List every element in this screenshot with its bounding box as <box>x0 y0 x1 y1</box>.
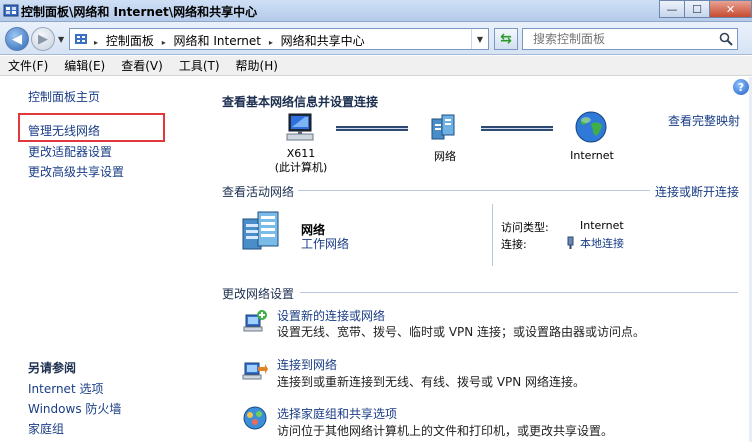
close-button[interactable]: ✕ <box>709 0 752 18</box>
control-panel-icon <box>75 34 87 44</box>
title-bar: 控制面板\网络和 Internet\网络和共享中心 — ☐ ✕ <box>0 0 752 22</box>
computer-icon <box>286 113 314 141</box>
network-icon <box>431 114 455 140</box>
menu-help[interactable]: 帮助(H) <box>228 57 286 74</box>
connect-to-network-link[interactable]: 连接到网络 <box>277 356 337 373</box>
menu-edit[interactable]: 编辑(E) <box>56 57 113 74</box>
local-connection-link[interactable]: 本地连接 <box>580 235 624 251</box>
see-also-heading: 另请参阅 <box>28 361 77 375</box>
window-title: 控制面板\网络和 Internet\网络和共享中心 <box>21 5 258 19</box>
search-box[interactable] <box>522 28 738 50</box>
breadcrumb-network-internet[interactable]: 网络和 Internet <box>174 34 261 48</box>
sidebar-item-control-panel-home[interactable]: 控制面板主页 <box>28 88 100 105</box>
address-bar[interactable]: ▸ 控制面板 ▸ 网络和 Internet ▸ 网络和共享中心 ▼ <box>69 28 489 50</box>
see-full-map-link[interactable]: 查看完整映射 <box>668 112 740 129</box>
menu-tools[interactable]: 工具(T) <box>171 57 228 74</box>
globe-icon <box>575 111 607 143</box>
see-also-internet-options[interactable]: Internet 选项 <box>28 380 103 397</box>
computer-subtitle: (此计算机) <box>274 161 328 174</box>
control-panel-icon <box>3 4 19 17</box>
address-toolbar: ◀ ▶ ▼ ▸ 控制面板 ▸ 网络和 Internet ▸ 网络和共享中心 ▼ … <box>0 22 752 55</box>
address-dropdown[interactable]: ▼ <box>471 29 488 49</box>
see-also-windows-firewall[interactable]: Windows 防火墙 <box>28 400 121 417</box>
access-type-label: 访问类型: <box>501 221 549 234</box>
maximize-button[interactable]: ☐ <box>684 0 710 18</box>
homegroup-icon <box>243 406 267 430</box>
connection-line-computer-network <box>336 126 408 131</box>
homegroup-sharing-desc: 访问位于其他网络计算机上的文件和打印机，或更改共享设置。 <box>277 424 614 438</box>
see-also-homegroup[interactable]: 家庭组 <box>28 420 64 437</box>
breadcrumb-network-sharing-center[interactable]: 网络和共享中心 <box>281 34 365 48</box>
homegroup-sharing-link[interactable]: 选择家庭组和共享选项 <box>277 405 397 422</box>
change-settings-title: 更改网络设置 <box>222 287 295 301</box>
connections-label: 连接: <box>501 238 527 251</box>
menu-file[interactable]: 文件(F) <box>0 57 56 74</box>
forward-button[interactable]: ▶ <box>31 27 55 51</box>
sidebar-item-manage-wireless[interactable]: 管理无线网络 <box>28 122 100 139</box>
page-title: 查看基本网络信息并设置连接 <box>222 95 379 109</box>
network-node-label[interactable]: 网络 <box>425 148 465 164</box>
search-icon[interactable] <box>719 32 733 46</box>
new-connection-icon <box>243 310 267 332</box>
connection-line-network-internet <box>481 126 553 131</box>
help-icon[interactable]: ? <box>733 79 749 95</box>
access-type-value: Internet <box>580 219 624 232</box>
back-arrow-icon: ◀ <box>12 31 22 47</box>
sidebar-item-change-adapter[interactable]: 更改适配器设置 <box>28 143 112 160</box>
recent-pages-dropdown[interactable]: ▼ <box>58 35 64 44</box>
connect-disconnect-link[interactable]: 连接或断开连接 <box>655 183 739 200</box>
minimize-button[interactable]: — <box>659 0 685 18</box>
menu-bar: 文件(F) 编辑(E) 查看(V) 工具(T) 帮助(H) <box>0 56 752 76</box>
refresh-icon: ⇆ <box>500 31 512 47</box>
connect-icon <box>242 362 268 380</box>
network-type-link[interactable]: 工作网络 <box>301 235 349 252</box>
breadcrumb-control-panel[interactable]: 控制面板 <box>106 34 154 48</box>
building-icon <box>242 211 279 250</box>
forward-arrow-icon: ▶ <box>38 31 48 47</box>
setup-new-connection-desc: 设置无线、宽带、拨号、临时或 VPN 连接；或设置路由器或访问点。 <box>277 325 646 339</box>
sidebar-item-advanced-sharing[interactable]: 更改高级共享设置 <box>28 163 124 180</box>
search-input[interactable] <box>523 29 703 49</box>
adapter-icon <box>567 236 574 249</box>
internet-node-label[interactable]: Internet <box>562 149 622 162</box>
active-networks-title: 查看活动网络 <box>222 185 295 199</box>
connect-to-network-desc: 连接到或重新连接到无线、有线、拨号或 VPN 网络连接。 <box>277 375 586 389</box>
network-info-divider <box>492 204 493 266</box>
back-button[interactable]: ◀ <box>5 27 29 51</box>
left-task-pane: 控制面板主页 管理无线网络 更改适配器设置 更改高级共享设置 另请参阅 Inte… <box>0 77 210 442</box>
active-networks-divider <box>298 190 650 191</box>
refresh-button[interactable]: ⇆ <box>494 28 518 50</box>
setup-new-connection-link[interactable]: 设置新的连接或网络 <box>277 307 385 324</box>
change-settings-divider <box>300 292 738 293</box>
menu-view[interactable]: 查看(V) <box>113 57 171 74</box>
